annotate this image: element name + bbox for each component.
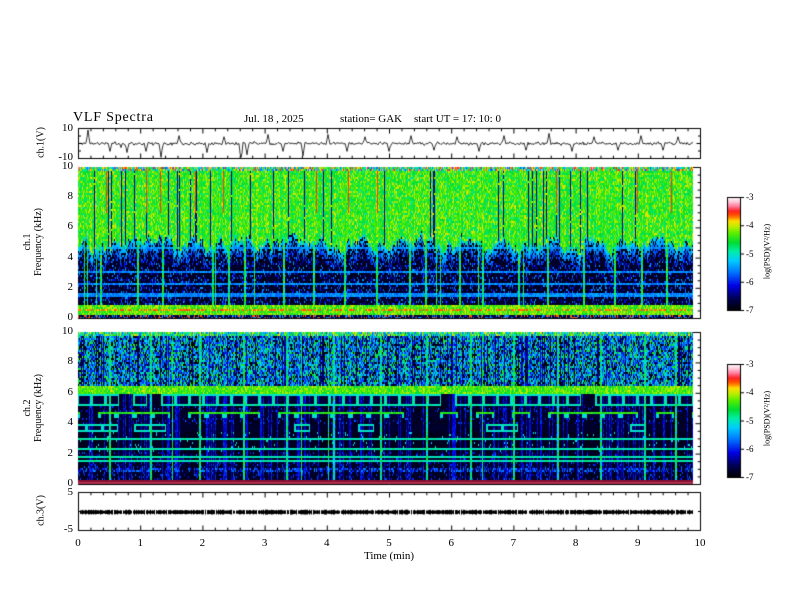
vlf-spectra-page: VLF Spectra Jul. 18 , 2025 station= GAK … xyxy=(0,0,792,612)
time-axis-label: Time (min) xyxy=(363,550,414,562)
colorbar1-label: log(PSD)(V²/Hz) xyxy=(762,223,772,280)
station-label: station= GAK xyxy=(340,113,403,125)
ch3v-top-tick: 5 xyxy=(67,486,74,498)
ch3-voltage-axis-label: ch.3(V) xyxy=(35,495,47,526)
date-label: Jul. 18 , 2025 xyxy=(244,113,304,125)
ch1v-top-tick: 10 xyxy=(62,122,73,134)
ch1-frequency-axis-label-line2: Frequency (kHz) xyxy=(33,207,44,277)
spectra-plot-canvas xyxy=(0,0,792,612)
ch3v-bottom-tick: -5 xyxy=(63,523,73,535)
ch1-frequency-axis-label: ch.1 Frequency (kHz) xyxy=(22,167,44,317)
colorbar2-label: log(PSD)(V²/Hz) xyxy=(762,390,772,447)
ch1v-bottom-tick: -10 xyxy=(58,151,73,163)
start-ut-label: start UT = 17: 10: 0 xyxy=(414,113,501,125)
page-title: VLF Spectra xyxy=(73,110,154,125)
ch2-frequency-axis-label-line1: ch.2 xyxy=(22,399,33,417)
ch1-frequency-axis-label-line1: ch.1 xyxy=(22,233,33,251)
